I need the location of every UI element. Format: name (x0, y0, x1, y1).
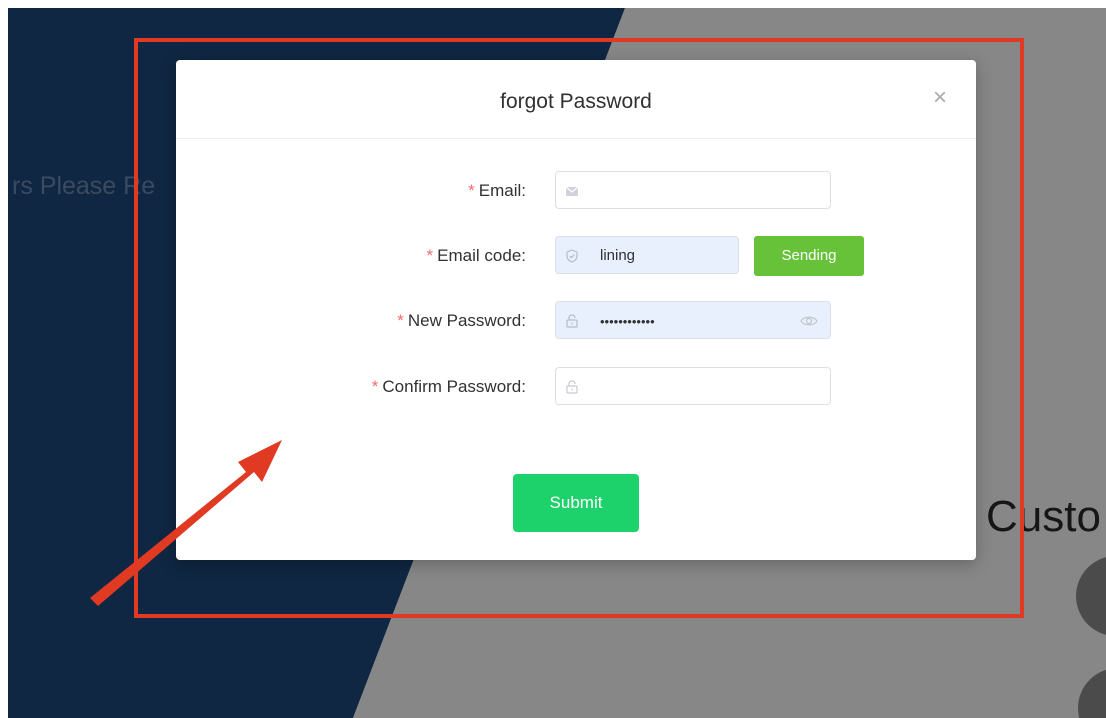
email-row: * Email: (176, 171, 976, 211)
required-mark: * (371, 377, 379, 396)
email-code-value: lining (600, 247, 636, 264)
forgot-password-dialog: forgot Password × * Email: * Email code: l… (176, 60, 976, 560)
required-mark: * (426, 246, 434, 265)
dialog-header: forgot Password × (176, 60, 976, 139)
new-password-label: * New Password: (397, 311, 526, 330)
new-password-input[interactable]: •••••••••••• (555, 301, 831, 339)
email-input[interactable] (555, 171, 831, 209)
email-code-label: * Email code: (426, 246, 526, 265)
required-mark: * (468, 181, 475, 200)
mail-icon (565, 186, 579, 196)
close-icon[interactable]: × (930, 86, 950, 110)
lock-icon (566, 380, 578, 394)
send-code-button[interactable]: Sending (754, 236, 864, 276)
submit-button[interactable]: Submit (513, 474, 639, 532)
email-code-input[interactable]: lining (555, 236, 739, 274)
eye-icon[interactable] (800, 313, 818, 329)
new-password-row: * New Password: •••••••••••• (176, 301, 976, 341)
confirm-password-input[interactable] (555, 367, 831, 405)
confirm-password-label: * Confirm Password: (371, 377, 526, 396)
shield-icon (566, 249, 578, 263)
dialog-title: forgot Password (500, 90, 652, 113)
email-label: * Email: (468, 181, 526, 200)
confirm-password-row: * Confirm Password: (176, 367, 976, 407)
new-password-value: •••••••••••• (600, 314, 655, 329)
required-mark: * (397, 311, 404, 330)
email-code-row: * Email code: lining Sending (176, 236, 976, 276)
lock-icon (566, 314, 578, 328)
